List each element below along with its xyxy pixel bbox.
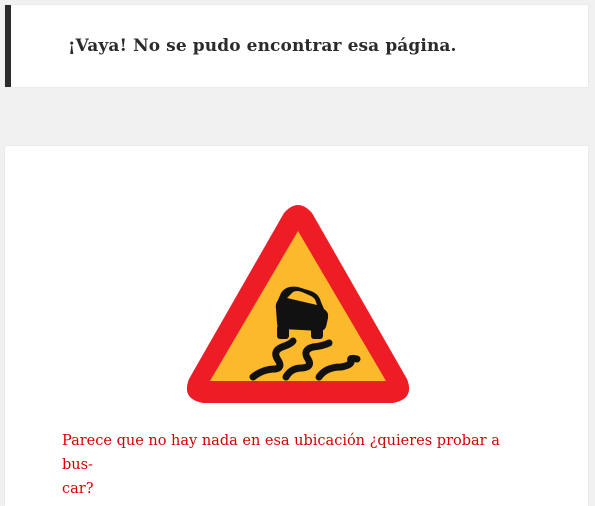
not-found-message-line2: car? <box>62 481 94 497</box>
page-header: ¡Vaya! No se pudo encontrar esa página. <box>5 5 588 87</box>
slippery-road-warning-icon <box>186 205 410 403</box>
not-found-message-line1: Parece que no hay nada en esa ubicación … <box>62 433 500 473</box>
page-title: ¡Vaya! No se pudo encontrar esa página. <box>68 36 457 56</box>
not-found-message: Parece que no hay nada en esa ubicación … <box>62 429 532 501</box>
page-content: Parece que no hay nada en esa ubicación … <box>5 146 588 506</box>
